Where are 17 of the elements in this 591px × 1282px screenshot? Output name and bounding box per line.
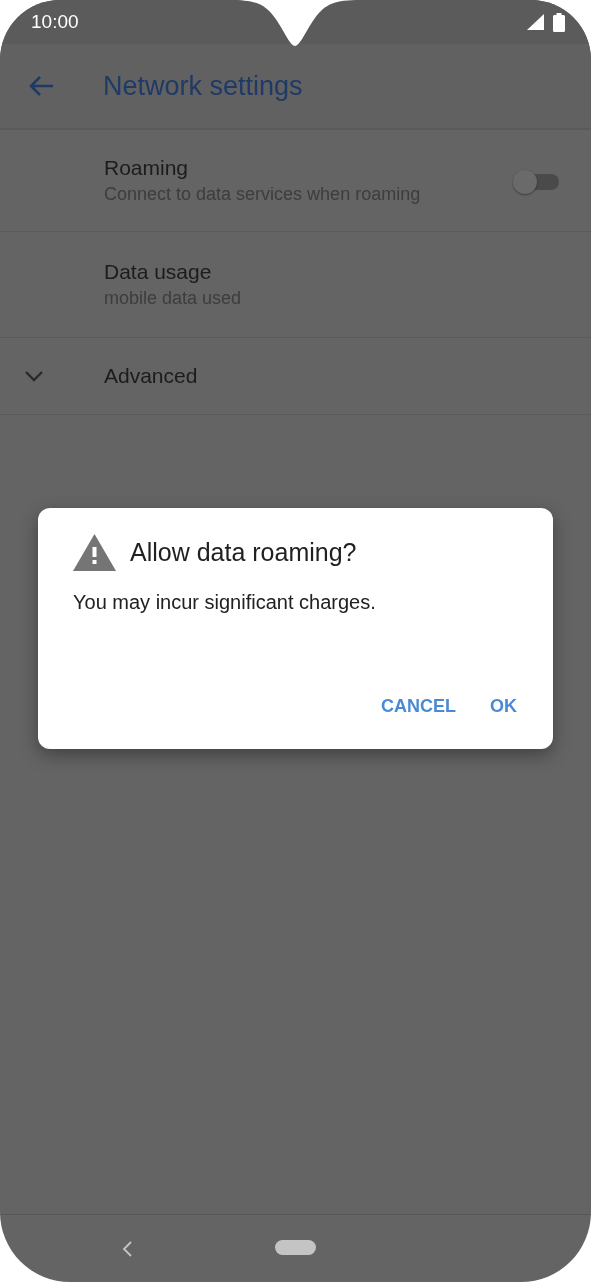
ok-button[interactable]: OK [484,688,523,725]
back-icon[interactable] [121,1241,133,1257]
screen-title: Network settings [103,70,303,102]
settings-item[interactable]: Advanced [0,338,591,415]
clock: 10:00 [31,11,79,33]
home-button[interactable] [275,1240,316,1255]
signal-icon [527,14,544,30]
battery-icon [553,12,565,32]
dialog-message: You may incur significant charges. [73,591,377,614]
setting-title: Advanced [104,364,199,388]
warning-icon [73,534,116,571]
cancel-button[interactable]: CANCEL [375,688,462,725]
back-arrow-icon[interactable] [28,75,54,97]
chevron-down-icon [24,370,44,382]
setting-title: Roaming [104,156,190,180]
dialog-title: Allow data roaming? [130,538,357,567]
setting-title: Data usage [104,260,213,284]
